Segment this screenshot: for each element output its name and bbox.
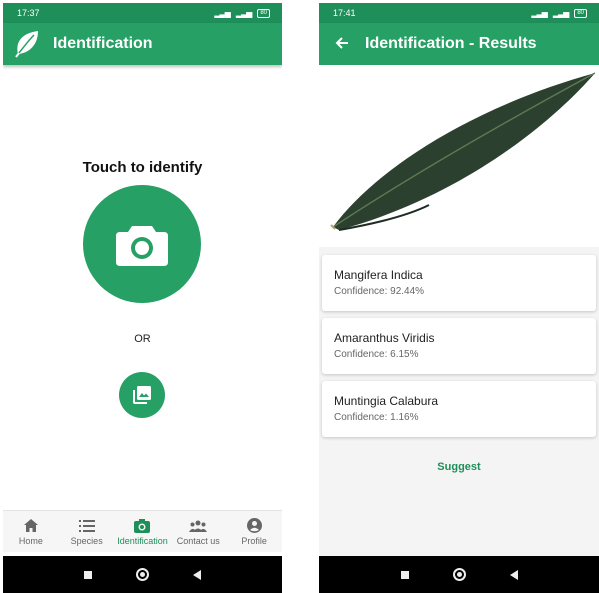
back-triangle-icon[interactable] <box>193 569 201 580</box>
result-species-name: Mangifera Indica <box>334 268 423 282</box>
result-confidence: Confidence: 92.44% <box>334 286 425 297</box>
page-title: Identification <box>53 35 153 52</box>
nav-item-species[interactable]: Species <box>59 511 115 552</box>
result-card[interactable]: Mangifera Indica Confidence: 92.44% <box>322 255 596 311</box>
gallery-icon <box>133 386 151 404</box>
camera-icon <box>116 226 168 266</box>
gallery-button[interactable] <box>119 372 165 418</box>
identification-screen: 17:37 ▂▃▅ ▂▃▅ 80 Identification Touch to… <box>3 3 282 593</box>
battery-icon: 80 <box>257 8 270 18</box>
nav-item-home[interactable]: Home <box>3 511 59 552</box>
status-bar: 17:37 ▂▃▅ ▂▃▅ 80 <box>3 3 282 23</box>
back-arrow-icon[interactable] <box>333 35 351 53</box>
signal-icon: ▂▃▅ <box>214 8 231 18</box>
back-triangle-icon[interactable] <box>509 569 518 580</box>
recents-icon[interactable] <box>400 570 409 579</box>
result-species-name: Amaranthus Viridis <box>334 331 435 345</box>
result-card[interactable]: Amaranthus Viridis Confidence: 6.15% <box>322 318 596 374</box>
nav-item-profile[interactable]: Profile <box>226 511 282 552</box>
system-navigation-bar <box>319 556 599 593</box>
nav-label: Home <box>18 535 43 546</box>
people-icon <box>189 518 208 534</box>
result-species-name: Muntingia Calabura <box>334 394 439 408</box>
home-circle-icon[interactable] <box>136 568 149 581</box>
identification-results-screen: 17:41 ▂▃▅ ▂▃▅ 80 Identification - Result… <box>319 3 599 593</box>
result-confidence: Confidence: 1.16% <box>334 412 419 423</box>
nav-item-identification[interactable]: Identification <box>115 511 171 552</box>
app-bar: Identification - Results <box>319 23 599 65</box>
camera-capture-button[interactable] <box>83 185 201 303</box>
status-bar: 17:41 ▂▃▅ ▂▃▅ 80 <box>319 3 599 23</box>
result-confidence: Confidence: 6.15% <box>334 349 419 360</box>
leaf-photo <box>319 65 599 247</box>
battery-icon: 80 <box>574 8 587 18</box>
app-bar: Identification <box>3 23 282 65</box>
recents-icon[interactable] <box>84 570 92 579</box>
signal-icon: ▂▃▅ <box>235 8 253 18</box>
nav-label: Profile <box>241 535 267 546</box>
home-circle-icon[interactable] <box>452 568 466 581</box>
suggest-button[interactable]: Suggest <box>319 461 599 473</box>
bottom-navigation: Home Species Identification Contact us P… <box>3 510 282 552</box>
nav-item-contact-us[interactable]: Contact us <box>170 511 226 552</box>
camera-icon <box>134 518 151 534</box>
or-separator: OR <box>134 333 151 345</box>
leaf-logo-icon <box>11 28 43 60</box>
signal-icon: ▂▃▅ <box>531 8 548 18</box>
result-card[interactable]: Muntingia Calabura Confidence: 1.16% <box>322 381 596 437</box>
nav-label: Species <box>70 535 103 546</box>
account-icon <box>246 518 262 534</box>
touch-to-identify-heading: Touch to identify <box>82 159 203 176</box>
status-time: 17:37 <box>17 8 40 18</box>
nav-label: Contact us <box>176 535 220 546</box>
status-time: 17:41 <box>333 8 356 18</box>
nav-label: Identification <box>117 535 168 546</box>
signal-icon: ▂▃▅ <box>552 8 570 18</box>
system-navigation-bar <box>3 556 282 593</box>
home-icon <box>23 518 38 534</box>
list-icon <box>78 518 95 534</box>
page-title: Identification - Results <box>365 35 537 52</box>
